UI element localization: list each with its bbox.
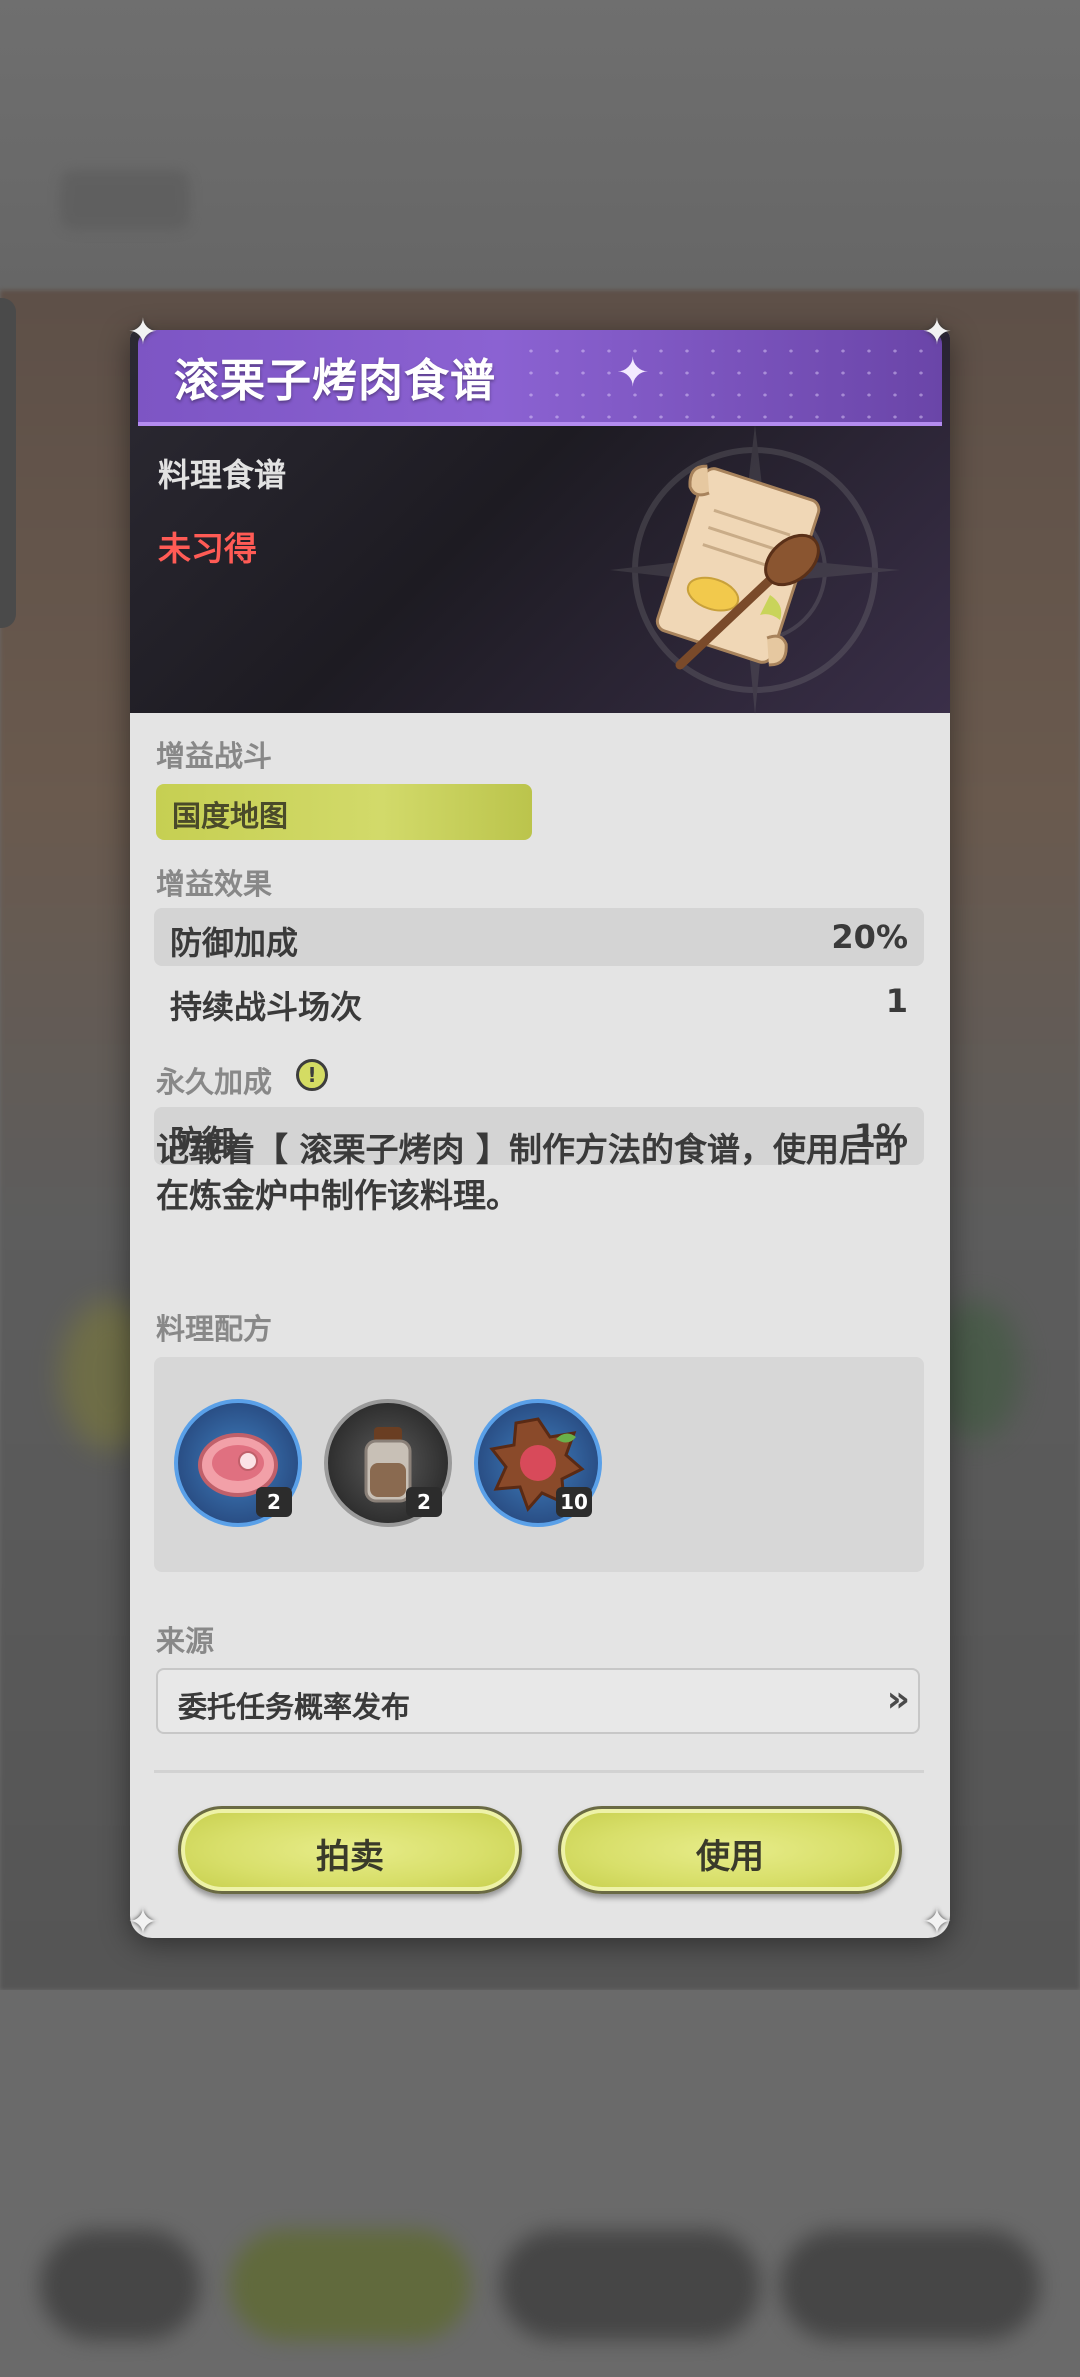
section-label-permanent: 永久加成: [156, 1065, 273, 1099]
section-label-buff-battle: 增益战斗: [156, 739, 273, 773]
title-bar: ✦ 滚栗子烤肉食谱: [138, 330, 942, 426]
corner-ornament-icon: ✦: [127, 312, 159, 353]
ingredient-slot[interactable]: 2: [174, 1399, 302, 1527]
background-top: [0, 0, 1080, 290]
ingredient-slot[interactable]: 10: [474, 1399, 602, 1527]
ingredient-count: 2: [406, 1487, 442, 1517]
item-header: ✦ 滚栗子烤肉食谱 料理食谱 未习得: [130, 330, 950, 715]
auction-button-label: 拍卖: [316, 1837, 384, 1877]
stat-name: 持续战斗场次: [170, 988, 363, 1026]
corner-ornament-icon: ✦: [921, 312, 953, 353]
section-label-source: 来源: [156, 1624, 215, 1658]
buff-battle-tag-label: 国度地图: [172, 799, 289, 833]
learn-status: 未习得: [158, 529, 257, 568]
ingredient-count: 2: [256, 1487, 292, 1517]
double-chevron-right-icon: »: [886, 1679, 910, 1720]
stat-value: 1: [885, 982, 908, 1020]
item-type: 料理食谱: [158, 456, 287, 494]
ingredient-list: 2 2 10: [154, 1357, 924, 1572]
background-bottom-bar: [40, 2230, 200, 2340]
background-bottom-bar: [230, 2230, 470, 2340]
item-description: 记载着【 滚栗子烤肉 】制作方法的食谱，使用后可在炼金炉中制作该料理。: [156, 1130, 905, 1215]
stat-row: 防御加成 20%: [154, 908, 924, 966]
background-bottom-bar: [500, 2230, 760, 2340]
source-text: 委托任务概率发布: [178, 1690, 411, 1724]
divider: [154, 1770, 924, 1773]
stat-value: 20%: [831, 918, 908, 956]
section-label-buff-effect: 增益效果: [156, 867, 273, 901]
corner-ornament-icon: ✦: [127, 1902, 159, 1943]
corner-ornament-icon: ✦: [921, 1902, 953, 1943]
background-bottom-bar: [780, 2230, 1040, 2340]
item-title: 滚栗子烤肉食谱: [174, 354, 497, 407]
info-icon[interactable]: !: [296, 1059, 328, 1091]
buff-battle-tag: 国度地图: [156, 784, 532, 840]
ingredient-slot[interactable]: 2: [324, 1399, 452, 1527]
recipe-scroll-icon: [655, 464, 821, 670]
use-button[interactable]: 使用: [558, 1806, 902, 1894]
use-button-label: 使用: [696, 1837, 764, 1877]
item-detail-dialog: ✦ 滚栗子烤肉食谱 料理食谱 未习得 增益战斗 国度地图 增益效果 防御加成 2…: [130, 330, 950, 1938]
section-label-ingredients: 料理配方: [156, 1312, 273, 1346]
background-side-panel: [0, 298, 16, 628]
stat-row: 持续战斗场次 1: [154, 972, 924, 1030]
source-link[interactable]: 委托任务概率发布 »: [156, 1668, 920, 1734]
background-top-button: [60, 170, 190, 230]
auction-button[interactable]: 拍卖: [178, 1806, 522, 1894]
sparkle-icon: ✦: [616, 350, 650, 396]
starfield-decoration: [518, 340, 938, 420]
ingredient-count: 10: [556, 1487, 592, 1517]
stat-name: 防御加成: [170, 924, 299, 962]
